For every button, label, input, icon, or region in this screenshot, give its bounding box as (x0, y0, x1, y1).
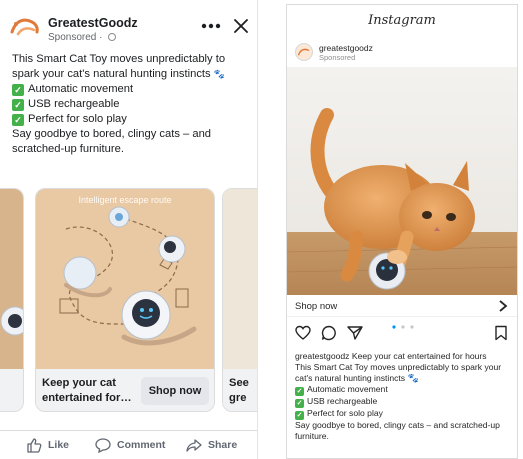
post-photo[interactable] (287, 67, 517, 295)
feature-text: Perfect for solo play (307, 408, 383, 418)
outro-line: scratched-up furniture. (12, 143, 124, 155)
caption-line: This Smart Cat Toy moves unpredictably t… (295, 362, 502, 372)
check-icon: ✓ (295, 399, 304, 408)
outro-line: Say goodbye to bored, clingy cats – and (12, 128, 212, 140)
sponsored-text: Sponsored (48, 32, 97, 43)
share-arrow-icon (186, 439, 202, 452)
post-header: GreatestGoodz Sponsored · (10, 12, 250, 44)
instagram-ad-card: Instagram greatestgoodz Sponsored Shop n… (286, 4, 518, 459)
post-action-icons (287, 321, 517, 345)
feature-item: ✓ Perfect for solo play (295, 408, 515, 420)
card-caption: See gre (229, 376, 249, 406)
instagram-header: Instagram (287, 5, 517, 35)
feature-text: Automatic movement (28, 83, 134, 95)
feature-item: ✓ Perfect for solo play (12, 112, 248, 127)
sponsored-label: Sponsored · (48, 32, 117, 43)
sponsored-label: Sponsored (319, 53, 356, 62)
carousel-card-next[interactable]: See gre (222, 188, 257, 412)
intro-line: spark your cat's natural hunting instinc… (12, 67, 248, 82)
intro-line-text: spark your cat's natural hunting instinc… (12, 68, 211, 80)
feature-item: ✓ USB rechargeable (295, 396, 515, 408)
caption-text: Keep your cat entertained for hours (349, 351, 487, 361)
carousel-dots (392, 325, 414, 329)
product-carousel[interactable]: Intelligent escape route Keep your cat e… (0, 188, 257, 414)
image-overlay-label: Intelligent escape route (78, 195, 172, 205)
feature-item: ✓ USB rechargeable (12, 97, 248, 112)
caption-text: cat's natural hunting instincts (295, 373, 406, 383)
feature-text: Automatic movement (307, 384, 388, 394)
bookmark-icon[interactable] (493, 325, 509, 341)
like-label: Like (48, 439, 70, 451)
carousel-card-previous[interactable] (0, 188, 24, 412)
check-icon: ✓ (12, 84, 24, 96)
card-footer: Keep your cat entertained for… Shop now (36, 369, 214, 411)
feature-text: USB rechargeable (28, 98, 120, 110)
caption-line: Keep your cat (42, 377, 116, 389)
share-label: Share (208, 439, 238, 451)
cat-playing-photo (287, 67, 517, 295)
product-image (0, 189, 23, 369)
shop-now-bar[interactable]: Shop now (287, 295, 517, 317)
avatar[interactable] (295, 43, 313, 61)
post-body-text: This Smart Cat Toy moves unpredictably t… (12, 52, 248, 157)
globe-icon (108, 33, 117, 41)
feature-item: ✓ Automatic movement (12, 82, 248, 97)
card-caption: Keep your cat entertained for… (42, 376, 138, 406)
caption-line: entertained for… (42, 392, 132, 404)
shop-now-button[interactable]: Shop now (141, 377, 209, 405)
caption-line: greatestgoodz Keep your cat entertained … (295, 351, 515, 362)
caption-line: See (229, 377, 249, 389)
product-image: Intelligent escape route (36, 189, 214, 369)
product-illustration (0, 306, 23, 336)
feature-item: ✓ Automatic movement (295, 384, 515, 396)
paw-icon: 🐾 (213, 69, 225, 79)
outro-line: furniture. (295, 431, 329, 441)
send-icon[interactable] (347, 325, 363, 341)
robot-ball-illustration (59, 206, 197, 346)
facebook-ad-card: GreatestGoodz Sponsored · This Smart Cat… (0, 0, 258, 459)
feature-text: USB rechargeable (307, 396, 378, 406)
username[interactable]: greatestgoodz (319, 43, 373, 53)
chevron-right-icon (499, 300, 508, 312)
post-user-row: greatestgoodz Sponsored (295, 41, 511, 63)
post-caption: greatestgoodz Keep your cat entertained … (295, 351, 515, 442)
shop-now-label: Shop now (295, 301, 338, 312)
more-options-icon[interactable] (200, 18, 222, 34)
paw-icon: 🐾 (407, 373, 419, 383)
caption-username[interactable]: greatestgoodz (295, 351, 349, 361)
caption-line: gre (229, 392, 247, 404)
caption-line: cat's natural hunting instincts 🐾 (295, 373, 515, 384)
heart-icon[interactable] (295, 325, 311, 341)
close-icon[interactable] (234, 19, 248, 33)
card-footer: See gre (223, 369, 257, 411)
check-icon: ✓ (295, 387, 304, 396)
check-icon: ✓ (12, 114, 24, 126)
comment-icon[interactable] (321, 325, 337, 341)
card-footer (0, 369, 23, 411)
comment-bubble-icon (95, 438, 111, 453)
brand-logo-icon[interactable] (10, 14, 40, 40)
intro-line: This Smart Cat Toy moves unpredictably t… (12, 53, 226, 65)
comment-label: Comment (117, 439, 166, 451)
brand-name[interactable]: GreatestGoodz (48, 16, 138, 30)
instagram-logo: Instagram (368, 13, 436, 28)
carousel-card[interactable]: Intelligent escape route Keep your cat e… (35, 188, 215, 412)
thumbs-up-icon (27, 438, 42, 453)
feature-text: Perfect for solo play (28, 113, 127, 125)
post-actions-bar: Like Comment Share (0, 430, 257, 458)
outro-line: Say goodbye to bored, clingy cats – and … (295, 420, 500, 430)
product-image (223, 189, 257, 369)
check-icon: ✓ (12, 99, 24, 111)
check-icon: ✓ (295, 411, 304, 420)
